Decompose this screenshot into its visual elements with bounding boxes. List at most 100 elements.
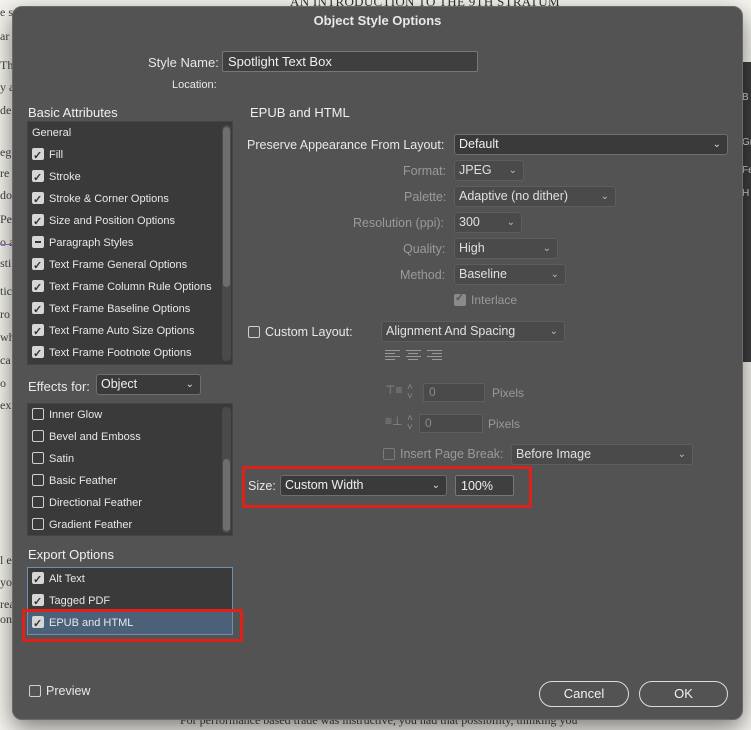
preview-checkbox[interactable]: Preview [29,684,90,698]
list-item[interactable]: Paragraph Styles [28,232,223,254]
document-text-fragment: tic [0,284,12,298]
checkbox-icon[interactable] [248,326,260,338]
document-text-fragment: de [0,103,12,117]
quality-value: High [459,241,485,255]
checkbox-icon[interactable] [32,167,44,189]
checkbox-icon[interactable] [32,496,44,508]
format-value: JPEG [459,163,492,177]
list-item-label: Alt Text [49,573,85,585]
space-before-icon: ⊤≡ [385,383,403,397]
cancel-button[interactable]: Cancel [539,681,629,707]
checkbox-icon[interactable] [32,591,44,613]
checkbox-icon[interactable] [383,448,395,460]
space-before-field[interactable]: 0 [423,383,485,402]
object-style-options-dialog: Object Style Options Style Name: Spotlig… [12,6,743,720]
method-label: Method: [400,268,446,282]
list-item[interactable]: Text Frame Column Rule Options [28,276,223,299]
checkbox-icon[interactable] [32,474,44,486]
checkbox-icon[interactable] [32,145,44,167]
location-label: Location: [172,79,217,91]
align-center-icon[interactable] [406,350,421,361]
list-item[interactable]: Fill [28,144,223,167]
list-item[interactable]: General [28,122,223,144]
align-left-icon[interactable] [385,350,400,361]
document-text-fragment: ex [0,398,12,412]
list-item[interactable]: Basic Feather [28,470,223,492]
checkbox-icon[interactable] [32,343,44,365]
space-after-field[interactable]: 0 [419,414,483,433]
preserve-value: Default [459,137,499,151]
list-item[interactable]: Satin [28,448,223,470]
list-item-label: Inner Glow [49,409,103,421]
checkbox-icon[interactable] [454,291,466,306]
document-text-fragment: re [0,166,10,180]
list-item[interactable]: Alt Text [28,568,232,591]
checkbox-icon[interactable] [32,189,44,211]
ok-button[interactable]: OK [639,681,728,707]
checkbox-icon[interactable] [32,430,44,442]
chevron-down-icon: ⌄ [677,449,686,460]
list-item-label: Paragraph Styles [49,237,134,249]
alignment-buttons [385,350,448,364]
checkbox-icon[interactable] [32,211,44,233]
list-item[interactable]: Inner Glow [28,404,223,426]
custom-layout-checkbox[interactable]: Custom Layout: [248,325,353,339]
list-item[interactable]: Size and Position Options [28,210,223,233]
align-right-icon[interactable] [427,350,442,361]
list-item[interactable]: Text Frame General Options [28,254,223,277]
list-item[interactable]: Text Frame Footnote Options [28,342,223,365]
checkbox-icon[interactable] [32,255,44,277]
palette-select[interactable]: Adaptive (no dither) ⌄ [454,186,616,207]
basic-attributes-scrollbar[interactable] [222,125,231,361]
checkbox-icon[interactable] [32,518,44,530]
checkbox-icon[interactable] [32,321,44,343]
list-item[interactable]: Stroke & Corner Options [28,188,223,211]
insert-page-break-select[interactable]: Before Image ⌄ [511,444,693,465]
document-text-fragment: do [0,188,12,202]
format-select[interactable]: JPEG ⌄ [454,160,524,181]
list-item[interactable]: Text Frame Baseline Options [28,298,223,321]
list-item[interactable]: Bevel and Emboss [28,426,223,448]
interlace-label: Interlace [471,293,518,307]
list-item[interactable]: Directional Feather [28,492,223,514]
checkbox-icon[interactable] [29,685,41,697]
preserve-select[interactable]: Default ⌄ [454,134,728,155]
chevron-down-icon: ⌄ [550,269,559,280]
list-item-label: Text Frame Column Rule Options [49,281,212,293]
checkbox-icon[interactable] [32,408,44,420]
document-text-fragment: ro [0,307,10,321]
checkbox-icon[interactable] [32,452,44,464]
chevron-down-icon: ⌄ [542,243,551,254]
list-item-label: Satin [49,453,75,465]
highlight-box-epub [22,609,243,642]
insert-page-break-checkbox[interactable]: Insert Page Break: [383,447,504,461]
effects-scrollbar[interactable] [222,407,231,533]
effects-for-select[interactable]: Object ⌄ [96,374,201,395]
checkbox-icon[interactable] [32,299,44,321]
checkbox-icon[interactable] [32,277,44,299]
scroll-thumb[interactable] [223,459,230,531]
effects-list: Inner Glow Bevel and Emboss Satin Basic Fea… [27,403,233,536]
style-name-field[interactable]: Spotlight Text Box [222,51,478,72]
method-select[interactable]: Baseline ⌄ [454,264,566,285]
scroll-thumb[interactable] [223,127,230,287]
resolution-select[interactable]: 300 ⌄ [454,212,522,233]
pixels-label: Pixels [492,386,525,400]
custom-layout-value: Alignment And Spacing [386,324,516,338]
custom-layout-select[interactable]: Alignment And Spacing ⌄ [381,321,565,342]
document-text-fragment: sti [0,256,12,270]
document-text-fragment: ca [0,353,11,367]
effects-for-label: Effects for: [28,379,90,394]
resolution-value: 300 [459,215,480,229]
stepper-arrows-icon[interactable]: ˄ ˅ [407,414,413,433]
checkbox-icon[interactable] [32,236,44,248]
checkbox-icon[interactable] [32,569,44,591]
list-item[interactable]: Stroke [28,166,223,189]
stepper-arrows-icon[interactable]: ˄ ˅ [407,383,413,402]
document-text-fragment: ar [0,29,10,43]
list-item[interactable]: Text Frame Auto Size Options [28,320,223,343]
interlace-checkbox[interactable]: Interlace [454,291,518,307]
list-item-label: Stroke & Corner Options [49,193,169,205]
list-item[interactable]: Gradient Feather [28,514,223,536]
quality-select[interactable]: High ⌄ [454,238,558,259]
